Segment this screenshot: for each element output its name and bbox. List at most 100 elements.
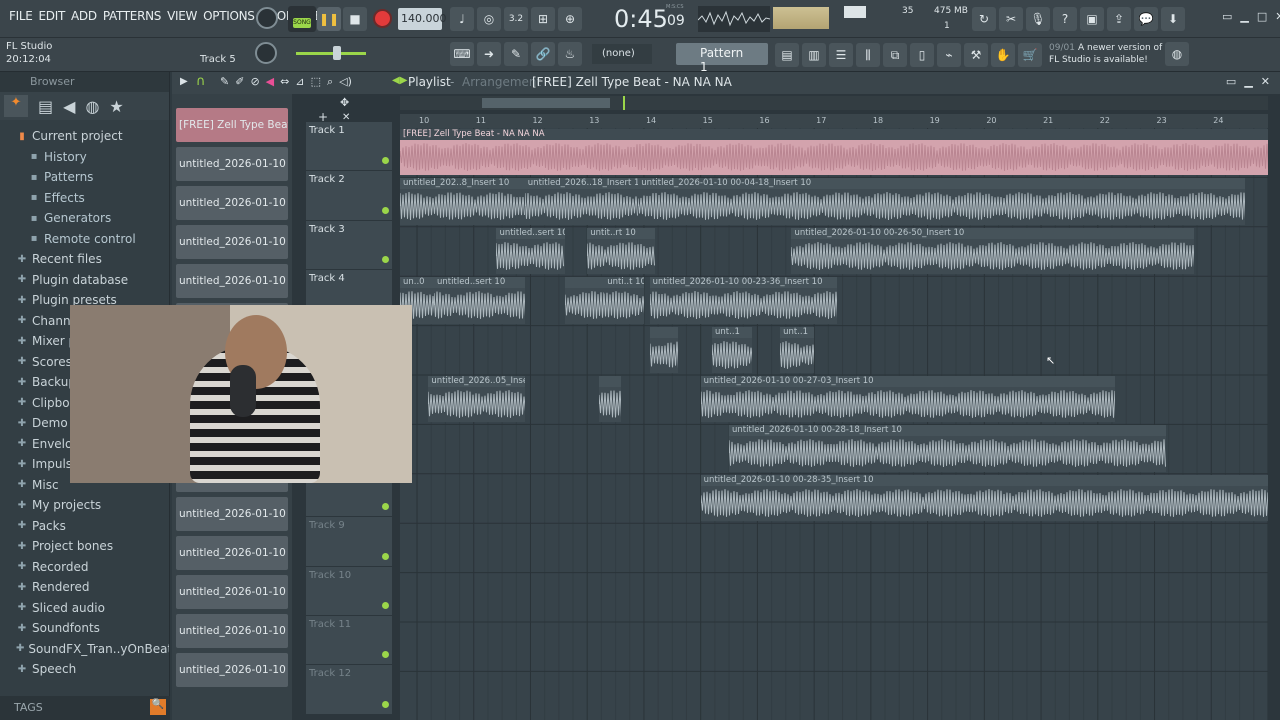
browser-item[interactable]: ▪ Patterns (0, 167, 169, 188)
browser-item[interactable]: ✚ Project bones (0, 536, 169, 557)
select-tool-icon[interactable]: ⬚ (311, 75, 321, 89)
overview-scrollbar[interactable] (400, 96, 1268, 110)
browser-item[interactable]: ✚ Plugin database (0, 270, 169, 291)
track-enable-led[interactable] (382, 157, 389, 165)
menu-patterns[interactable]: PATTERNS (100, 9, 164, 23)
snap-selector[interactable]: (none) (592, 44, 652, 64)
delete-tool-icon[interactable]: ⊘ (250, 75, 259, 89)
audio-clip[interactable]: untitled_2026..18_Insert 10 (524, 178, 639, 225)
audio-clip[interactable]: untitled..sert 10 (496, 227, 565, 275)
browser-web-icon[interactable]: ◍ (85, 97, 99, 116)
restore-icon[interactable]: ▭ (1222, 10, 1232, 23)
playback-tool-icon[interactable]: ◁) (339, 75, 352, 89)
menu-options[interactable]: OPTIONS (200, 9, 258, 23)
menu-edit[interactable]: EDIT (36, 9, 69, 23)
pattern-item[interactable]: untitled_2026-01-10 00-.. (176, 146, 288, 181)
chat-icon[interactable]: 💬 (1134, 7, 1158, 31)
audio-clip[interactable] (598, 376, 622, 423)
pattern-item[interactable]: untitled_2026-01-10 00-.. (176, 263, 288, 298)
slip-tool-icon[interactable]: ⇔ (280, 75, 289, 89)
project-info-icon[interactable]: ▯ (910, 43, 934, 67)
timeline-ruler[interactable]: 10 11 12 13 14 15 16 17 18 19 20 21 22 23 24 (400, 114, 1268, 128)
tags-search-icon[interactable]: 🔍 (150, 699, 166, 715)
mute-tool-icon[interactable]: ◀ (266, 75, 274, 89)
globe-icon[interactable]: ◍ (1165, 42, 1189, 66)
audio-clip[interactable]: untitled_2026-01-10 00-04-18_Insert 10 (638, 178, 1246, 225)
audio-clip[interactable]: untitled..sert 10 (434, 277, 525, 324)
help-icon[interactable]: ? (1053, 7, 1077, 31)
pencil-icon[interactable]: ✎ (504, 42, 528, 66)
browser-item[interactable]: ✚ Speech (0, 659, 169, 680)
news-panel[interactable]: 09/01 A newer version of FL Studio is av… (1046, 41, 1176, 69)
stop-button[interactable]: ■ (343, 7, 367, 31)
pattern-item[interactable]: untitled_2026-01-10 00-.. (176, 185, 288, 220)
pitch-knob[interactable] (255, 42, 277, 64)
browser-item[interactable]: ✚ Packs (0, 516, 169, 537)
track-enable-led[interactable] (382, 503, 389, 511)
playlist-maximize-icon[interactable]: ▭ (1226, 75, 1236, 88)
playlist-minimize-icon[interactable]: ▁ (1244, 75, 1252, 88)
step-edit-icon[interactable]: 3.2 (504, 7, 528, 31)
master-volume-knob[interactable] (256, 7, 278, 29)
pattern-item[interactable]: untitled_2026-01-10 00-.. (176, 613, 288, 648)
plugin-icon[interactable]: ⌁ (937, 43, 961, 67)
stamp-icon[interactable]: ♨ (558, 42, 582, 66)
refresh-icon[interactable]: ↻ (972, 7, 996, 31)
browser-favorites-icon[interactable]: ★ (109, 97, 123, 116)
track-enable-led[interactable] (382, 552, 389, 560)
audio-clip[interactable]: untitled_202..8_Insert 10 (400, 178, 525, 225)
channel-rack-icon[interactable]: ☰ (829, 43, 853, 67)
browser-item[interactable]: ✚ Sliced audio (0, 598, 169, 619)
save-icon[interactable]: ▣ (1080, 7, 1104, 31)
audio-clip[interactable]: untitled_2026..05_Insert 11 (428, 376, 525, 423)
time-display[interactable]: 0:45 09 M:S:CS (600, 2, 690, 36)
audio-clip[interactable]: untitled_2026-01-10 00-28-18_Insert 10 (729, 425, 1166, 472)
tempo-display[interactable]: 140.000 (398, 8, 447, 30)
pattern-item[interactable]: untitled_2026-01-10 00-.. (176, 574, 288, 609)
browser-item[interactable]: ▪ Generators (0, 208, 169, 229)
audio-clip[interactable]: untitled_2026-01-10 00-26-50_Insert 10 (791, 227, 1195, 275)
cart-icon[interactable]: 🛒 (1018, 43, 1042, 67)
browser-item[interactable]: ✚SoundFX_Tran..yOnBeat_com (0, 639, 169, 660)
audio-clip[interactable]: unt..1 (780, 326, 815, 373)
track-header[interactable]: Track 3 (306, 220, 392, 271)
playhead-marker[interactable] (623, 96, 625, 110)
audio-clip[interactable]: untitled_2026-01-10 00-28-35_Insert 10 (700, 474, 1268, 522)
browser-item[interactable]: ✚ Recorded (0, 557, 169, 578)
track-header[interactable]: Track 9 (306, 517, 392, 567)
export-icon[interactable]: ⇪ (1107, 7, 1131, 31)
play-pause-button[interactable]: ❚❚ (317, 7, 341, 31)
menu-add[interactable]: ADD (68, 9, 100, 23)
tempo-tapper-icon[interactable]: ✋ (991, 43, 1015, 67)
maximize-icon[interactable]: □ (1257, 10, 1267, 23)
metronome-icon[interactable]: ♩ (450, 7, 474, 31)
browser-item[interactable]: ▪ History (0, 147, 169, 168)
mixer-icon[interactable]: ⫼ (856, 43, 880, 67)
piano-roll-icon[interactable]: ⌨ (450, 42, 474, 66)
pattern-item[interactable]: [FREE] Zell Type Beat.. (176, 108, 288, 142)
menu-file[interactable]: FILE (6, 9, 36, 23)
audio-clip[interactable]: untitled_2026-01-10 00-23-36_Insert 10 (649, 277, 837, 324)
arrangement-grid[interactable]: [FREE] Zell Type Beat - NA NA NA untitled… (400, 128, 1268, 720)
track-arrow-icon[interactable]: ✥ (340, 96, 349, 109)
pattern-item[interactable]: untitled_2026-01-10 00-.. (176, 224, 288, 259)
paint-tool-icon[interactable]: ✐ (235, 75, 244, 89)
track-header[interactable]: Track 10 (306, 566, 392, 616)
link-icon[interactable]: 🔗 (531, 42, 555, 66)
browser-item[interactable]: ✚ My projects (0, 495, 169, 516)
audio-clip[interactable]: unti..t 10 (604, 277, 644, 324)
record-button[interactable] (373, 9, 392, 28)
arrow-icon[interactable]: ➜ (477, 42, 501, 66)
piano-roll-view-icon[interactable]: ▥ (802, 43, 826, 67)
track-header[interactable]: Track 2 (306, 171, 392, 221)
slider-handle[interactable] (333, 46, 341, 60)
browser-item[interactable]: ▮ Current project (0, 126, 169, 147)
audio-clip[interactable] (564, 277, 605, 324)
cut-icon[interactable]: ✂ (999, 7, 1023, 31)
magnet-icon[interactable]: ∩ (196, 74, 206, 89)
track-enable-led[interactable] (382, 700, 389, 708)
browser-files-icon[interactable]: ▤ (38, 97, 53, 116)
pattern-item[interactable]: untitled_2026-01-10 00-.. (176, 652, 288, 687)
track-enable-led[interactable] (382, 256, 389, 264)
track-header[interactable]: Track 11 (306, 616, 392, 666)
